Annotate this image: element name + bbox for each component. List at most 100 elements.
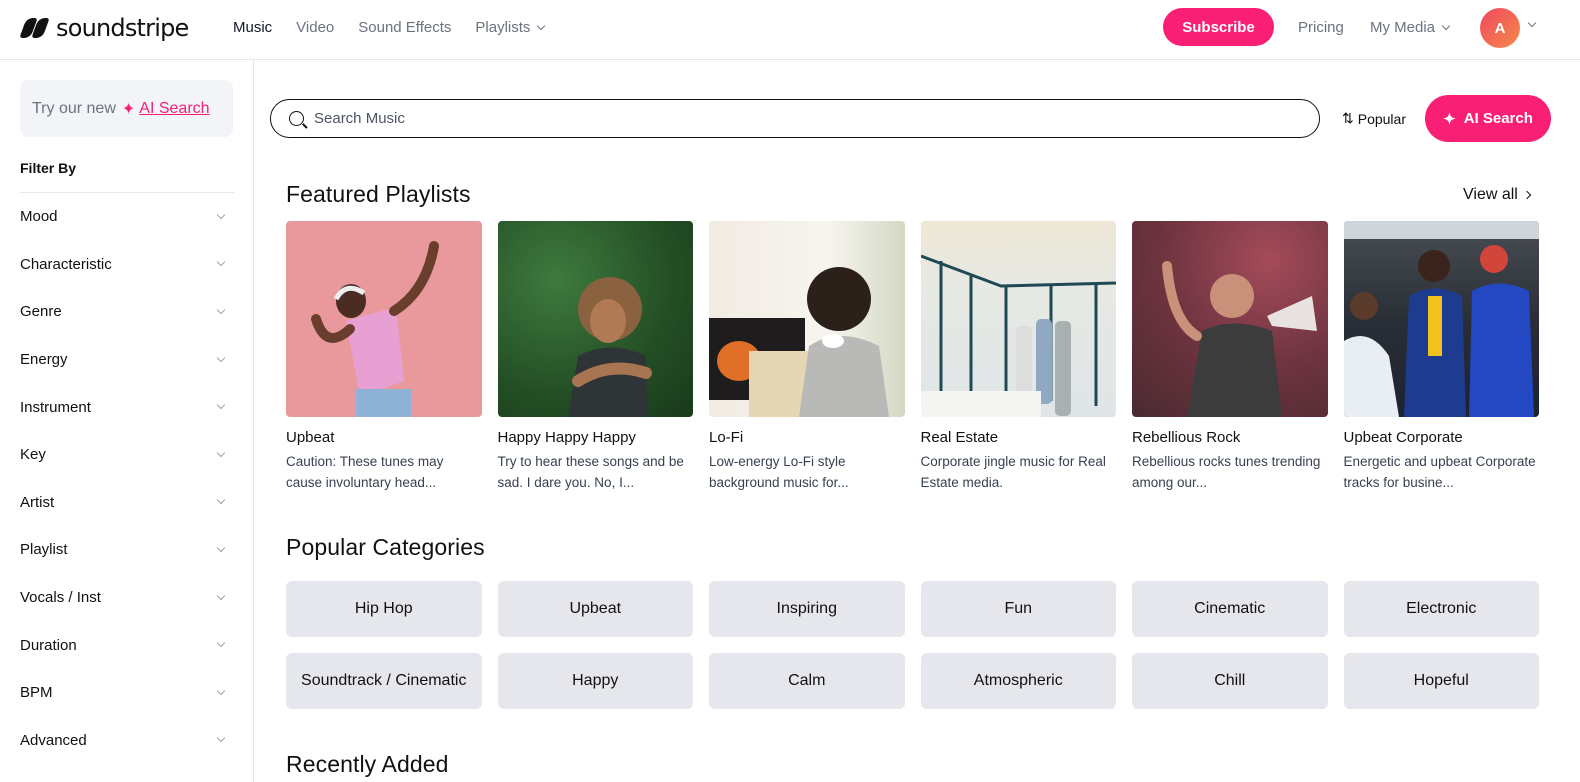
nav-sound-effects[interactable]: Sound Effects [358,19,451,36]
chevron-right-icon [1522,190,1532,200]
ai-search-link[interactable]: AI Search [139,100,209,118]
popular-categories-heading: Popular Categories [286,534,485,560]
smiling-woman-illustration [567,277,652,417]
view-all-label: View all [1463,186,1518,203]
office-team-illustration [1343,221,1539,417]
category-hip-hop[interactable]: Hip Hop [286,581,482,637]
filter-label: Instrument [20,398,91,416]
playlist-card-lo-fi[interactable]: Lo-Fi Low-energy Lo-Fi style background … [709,221,905,493]
account-chevron-down-icon[interactable] [1527,18,1537,28]
view-all-link[interactable]: View all [1463,186,1532,204]
playlist-description: Try to hear these songs and be sad. I da… [497,454,684,490]
filter-by-heading: Filter By [20,160,77,176]
logo-mark-icon [19,18,50,38]
filter-duration[interactable]: Duration [20,621,230,669]
recently-added-heading: Recently Added [286,751,449,777]
filter-label: Artist [20,493,55,511]
search-input[interactable] [314,110,1214,127]
playlist-name: Real Estate [920,429,999,446]
dancing-girl-illustration [311,241,439,417]
pricing-link[interactable]: Pricing [1298,19,1344,36]
filter-label: Mood [20,208,58,226]
chevron-down-icon [216,591,226,600]
filter-energy[interactable]: Energy [20,336,230,384]
playlist-description: Caution: These tunes may cause involunta… [286,454,444,490]
nav-video-label: Video [296,19,335,36]
playlist-card-upbeat-corporate[interactable]: Upbeat Corporate Energetic and upbeat Co… [1343,221,1539,493]
sort-arrows-icon: ⇅ [1342,110,1354,126]
featured-playlists-row: Upbeat Caution: These tunes may cause in… [286,221,1539,493]
filter-vocals-inst[interactable]: Vocals / Inst [20,574,230,622]
filter-playlist[interactable]: Playlist [20,526,230,574]
nav-music[interactable]: Music [233,19,272,36]
filter-list: Mood Characteristic Genre Energy Instrum… [20,193,230,764]
nav-playlists-label: Playlists [475,19,531,36]
category-fun[interactable]: Fun [920,581,1116,637]
filter-label: Characteristic [20,255,112,273]
nav-playlists[interactable]: Playlists [475,19,546,36]
home-tour-illustration [920,254,1116,417]
chevron-down-icon [216,400,226,410]
filter-key[interactable]: Key [20,431,230,479]
playlist-name: Upbeat [286,429,335,446]
logo-text: soundstripe [56,14,189,42]
my-media-label: My Media [1370,19,1436,36]
chevron-down-icon [216,448,226,458]
my-media-menu[interactable]: My Media [1370,19,1451,36]
sort-button[interactable]: ⇅ Popular [1342,110,1406,127]
playlist-image [709,221,905,417]
category-happy[interactable]: Happy [497,653,693,709]
filter-label: Genre [20,303,62,321]
category-soundtrack-cinematic[interactable]: Soundtrack / Cinematic [286,653,482,709]
ai-search-button[interactable]: ✦ AI Search [1425,95,1551,142]
filter-label: BPM [20,684,53,702]
playlist-name: Lo-Fi [709,429,744,446]
user-avatar[interactable]: A [1480,8,1520,48]
category-electronic[interactable]: Electronic [1343,581,1539,637]
woman-reading-illustration [709,267,889,417]
filter-label: Vocals / Inst [20,589,101,607]
category-atmospheric[interactable]: Atmospheric [920,653,1116,709]
sort-label: Popular [1357,110,1406,127]
category-inspiring[interactable]: Inspiring [709,581,905,637]
filter-characteristic[interactable]: Characteristic [20,241,230,289]
chevron-down-icon [216,543,226,553]
filter-label: Key [20,446,46,464]
featured-playlists-heading: Featured Playlists [286,181,471,207]
filter-label: Advanced [20,731,87,749]
filter-bpm[interactable]: BPM [20,669,230,717]
playlist-card-happy-happy-happy[interactable]: Happy Happy Happy Try to hear these song… [497,221,693,493]
filter-advanced[interactable]: Advanced [20,717,230,765]
filter-artist[interactable]: Artist [20,479,230,527]
category-hopeful[interactable]: Hopeful [1343,653,1539,709]
category-chill[interactable]: Chill [1132,653,1328,709]
nav-music-label: Music [233,19,273,36]
chevron-down-icon [1441,21,1451,30]
playlist-description: Energetic and upbeat Corporate tracks fo… [1343,454,1536,490]
chevron-down-icon [216,496,226,505]
search-icon [289,111,304,126]
playlist-card-real-estate[interactable]: Real Estate Corporate jingle music for R… [920,221,1116,493]
category-cinematic[interactable]: Cinematic [1132,581,1328,637]
ai-search-promo: Try our new ✦ AI Search [20,80,233,137]
nav-video[interactable]: Video [296,19,334,36]
playlist-card-upbeat[interactable]: Upbeat Caution: These tunes may cause in… [286,221,482,493]
sparkle-icon: ✦ [121,100,136,118]
nav-sound-effects-label: Sound Effects [358,19,452,36]
filter-genre[interactable]: Genre [20,288,230,336]
sparkle-icon: ✦ [1443,110,1456,128]
category-upbeat[interactable]: Upbeat [497,581,693,637]
subscribe-button[interactable]: Subscribe [1163,8,1274,46]
chevron-down-icon [216,258,226,267]
playlist-image [286,221,482,417]
soundstripe-logo[interactable]: soundstripe [19,14,189,42]
filter-label: Energy [20,351,68,369]
category-calm[interactable]: Calm [709,653,905,709]
filter-mood[interactable]: Mood [20,193,230,241]
chevron-down-icon [216,305,226,315]
filter-instrument[interactable]: Instrument [20,383,230,431]
playlist-name: Upbeat Corporate [1343,429,1463,446]
playlist-card-rebellious-rock[interactable]: Rebellious Rock Rebellious rocks tunes t… [1132,221,1328,493]
ai-search-label: AI Search [1463,110,1533,127]
top-navigation: soundstripe Music Video Sound Effects Pl… [0,0,1580,60]
